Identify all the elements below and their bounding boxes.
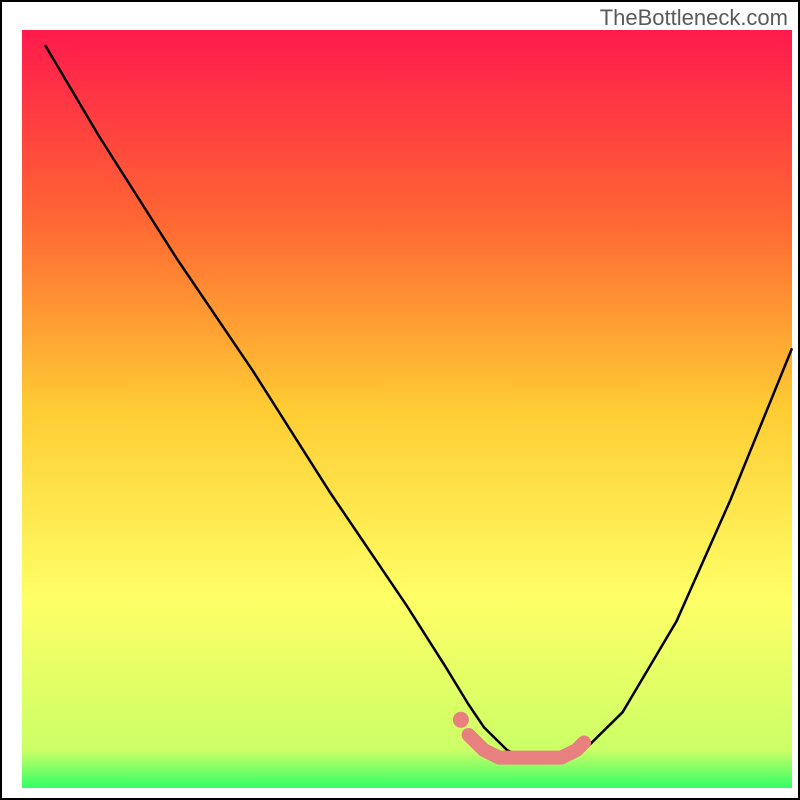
- watermark-text: TheBottleneck.com: [600, 5, 788, 31]
- bottleneck-chart: [0, 0, 800, 800]
- chart-container: TheBottleneck.com: [0, 0, 800, 800]
- optimal-zone-dot: [453, 712, 469, 728]
